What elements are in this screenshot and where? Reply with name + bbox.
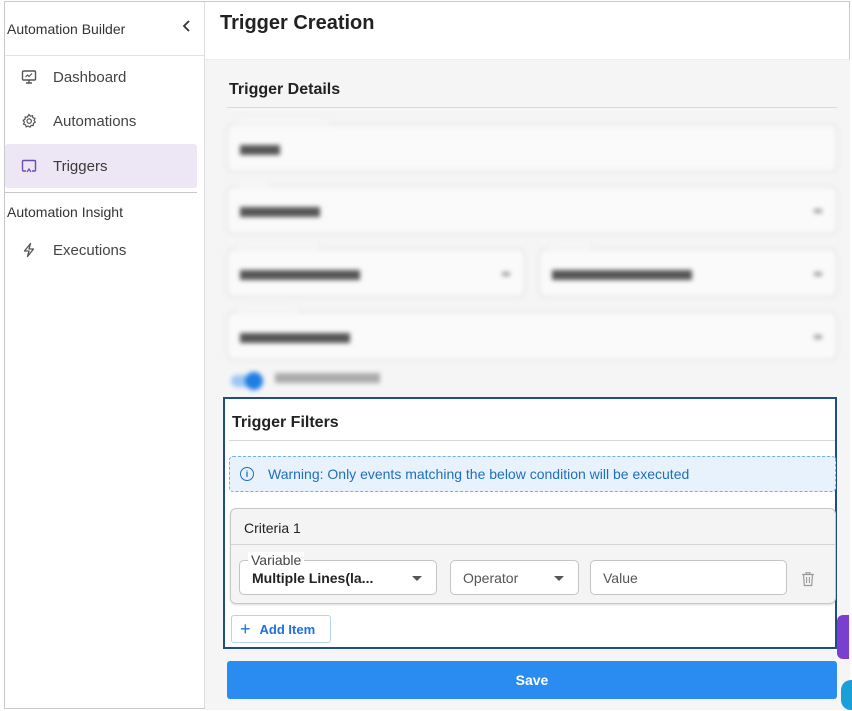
warning-banner: i Warning: Only events matching the belo… — [229, 456, 836, 492]
value-input[interactable]: Value — [590, 560, 787, 595]
trigger-filters-title: Trigger Filters — [232, 414, 339, 431]
sidebar-item-label: Dashboard — [53, 68, 127, 86]
lightning-icon — [19, 240, 39, 260]
blurred-field — [539, 242, 837, 297]
variable-value: Multiple Lines(la... — [252, 570, 374, 586]
sidebar-header: Automation Builder — [5, 2, 204, 56]
sidebar-item-triggers[interactable]: Triggers — [5, 144, 197, 188]
criteria-divider — [231, 544, 835, 545]
variable-label: Variable — [248, 552, 305, 568]
floating-widget-tab[interactable] — [837, 615, 849, 659]
caret-down-icon — [412, 576, 422, 581]
blurred-toggle — [231, 372, 263, 390]
trigger-filters-panel: Trigger Filters i Warning: Only events m… — [223, 397, 837, 649]
monitor-icon — [19, 67, 39, 87]
content-area: Trigger Details Trigger Filters i Warnin… — [205, 60, 850, 710]
sidebar-item-automations[interactable]: Automations — [5, 99, 197, 143]
variable-select[interactable]: Variable Multiple Lines(la... — [239, 552, 437, 595]
operator-placeholder: Operator — [463, 570, 519, 586]
blurred-toggle-label — [275, 373, 380, 383]
trigger-details-form-obscured — [205, 60, 850, 400]
info-icon: i — [240, 467, 254, 481]
blurred-field — [227, 242, 525, 297]
sidebar-item-label: Executions — [53, 241, 127, 259]
blurred-field — [227, 117, 837, 172]
caret-down-icon — [554, 576, 564, 581]
warning-text: Warning: Only events matching the below … — [268, 466, 690, 482]
blurred-field — [227, 179, 837, 234]
main-header: Trigger Creation — [205, 2, 850, 60]
criteria-title: Criteria 1 — [244, 520, 301, 536]
trigger-filters-divider — [229, 440, 835, 441]
sidebar-item-label: Triggers — [53, 157, 108, 175]
save-button[interactable]: Save — [227, 661, 837, 699]
sidebar-item-dashboard[interactable]: Dashboard — [5, 55, 197, 99]
delete-icon[interactable] — [801, 571, 815, 587]
screen-cast-icon — [19, 156, 39, 176]
plus-icon: + — [240, 619, 251, 639]
floating-chat-bubble[interactable] — [841, 680, 852, 710]
add-item-label: Add Item — [259, 621, 316, 637]
chevron-left-icon[interactable] — [182, 19, 192, 38]
gear-icon — [19, 111, 39, 131]
operator-select[interactable]: Operator — [450, 560, 579, 595]
add-item-button[interactable]: + Add Item — [231, 615, 331, 643]
page-title: Trigger Creation — [220, 12, 375, 34]
sidebar-title: Automation Builder — [7, 20, 126, 37]
criteria-card: Criteria 1 Variable Multiple Lines(la...… — [230, 508, 836, 604]
sidebar-item-executions[interactable]: Executions — [5, 228, 197, 272]
sidebar-item-label: Automations — [53, 112, 137, 130]
app-window: Automation Builder Dashboard Automations… — [4, 1, 850, 710]
sidebar-section-title: Automation Insight — [7, 204, 123, 220]
sidebar-divider — [5, 192, 197, 193]
blurred-field — [227, 305, 837, 360]
value-placeholder: Value — [603, 570, 638, 586]
sidebar: Automation Builder Dashboard Automations… — [5, 2, 205, 708]
main-panel: Trigger Creation Trigger Details Trigger… — [205, 2, 850, 710]
